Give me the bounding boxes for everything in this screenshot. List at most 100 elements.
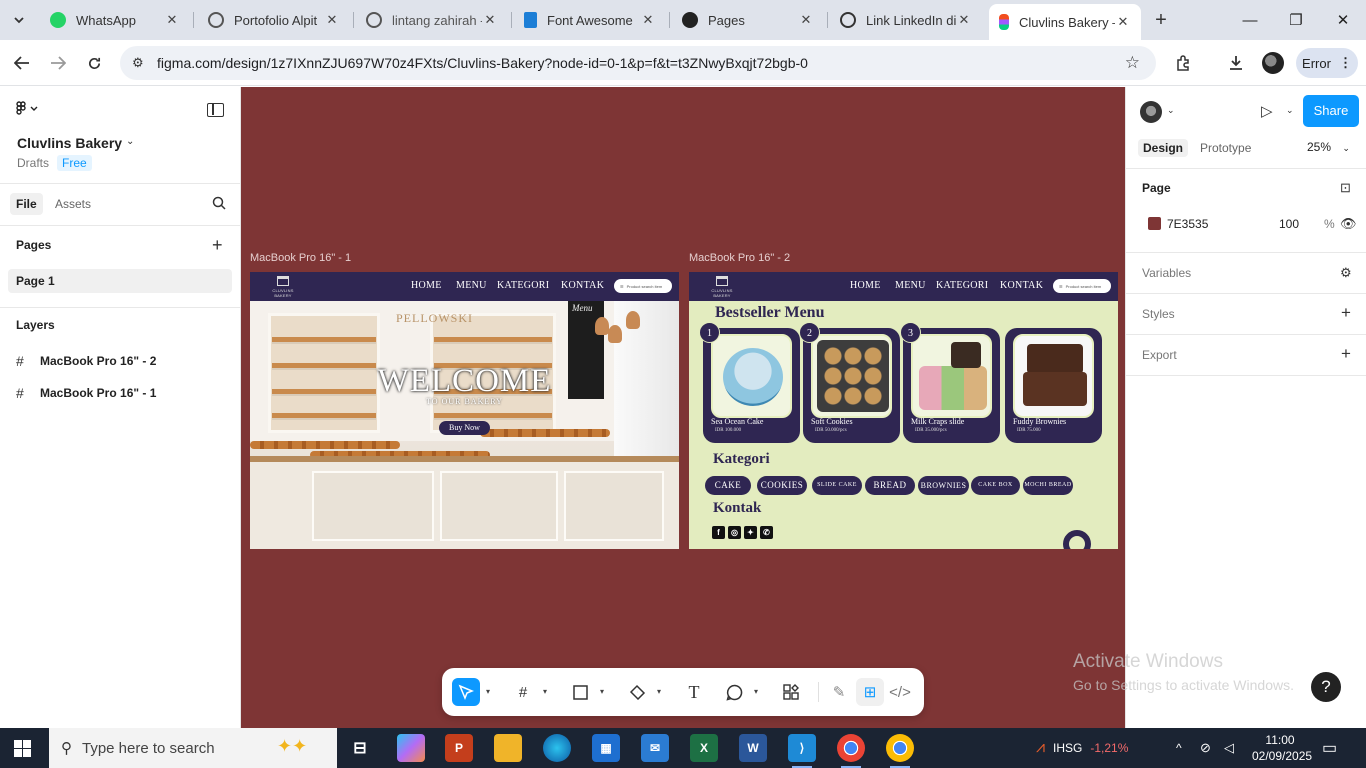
instagram-icon[interactable]: ◎ xyxy=(728,526,741,539)
variables-icon[interactable]: ⚙ xyxy=(1340,265,1352,281)
buy-now-button[interactable]: Buy Now xyxy=(439,421,490,435)
chat-bubble-icon[interactable] xyxy=(1059,530,1096,549)
chrome-profile-app-icon[interactable] xyxy=(886,734,914,768)
download-icon[interactable] xyxy=(1225,52,1247,74)
draw-mode-button[interactable]: ✎ xyxy=(825,678,853,706)
new-tab-button[interactable]: + xyxy=(1150,9,1172,32)
windows-start-icon[interactable] xyxy=(14,740,31,757)
frame-tool-button[interactable]: # xyxy=(509,678,537,706)
frame-label[interactable]: MacBook Pro 16" - 1 xyxy=(250,252,351,264)
dev-mode-button[interactable]: </> xyxy=(886,678,914,706)
tab-linkedin-chatgpt[interactable]: Link LinkedIn di ✕ xyxy=(830,4,982,36)
volume-icon[interactable]: ◁ xyxy=(1224,728,1234,768)
product-card[interactable]: Milk Craps slide IDR 35.000/pcs xyxy=(903,328,1000,443)
share-button[interactable]: Share xyxy=(1303,95,1359,127)
category-pill[interactable]: MOCHI BREAD xyxy=(1023,476,1073,495)
tab-portofolio[interactable]: Portofolio Alpit ✕ xyxy=(198,4,350,36)
extensions-icon[interactable] xyxy=(1172,52,1194,74)
add-style-button[interactable]: + xyxy=(1341,303,1351,323)
file-name[interactable]: Cluvlins Bakery xyxy=(17,135,122,151)
tab-file[interactable]: File xyxy=(10,193,43,215)
chevron-down-icon[interactable]: ⌄ xyxy=(1167,105,1175,116)
close-icon[interactable]: ✕ xyxy=(1115,14,1131,30)
chevron-down-icon[interactable]: ⌄ xyxy=(126,136,134,147)
page-fill-hex[interactable]: 7E3535 xyxy=(1167,217,1208,231)
minimize-button[interactable]: — xyxy=(1227,6,1273,34)
close-icon[interactable]: ✕ xyxy=(324,12,340,28)
bookmark-star-icon[interactable]: ☆ xyxy=(1125,53,1140,73)
pen-tool-button[interactable] xyxy=(623,678,651,706)
comment-tool-button[interactable] xyxy=(720,678,748,706)
whatsapp-icon[interactable]: ✆ xyxy=(760,526,773,539)
vscode-app-icon[interactable]: ⟩ xyxy=(788,734,816,768)
variables-heading[interactable]: Variables xyxy=(1142,266,1191,280)
category-pill[interactable]: BREAD xyxy=(865,476,915,495)
actions-tool-button[interactable] xyxy=(777,678,805,706)
close-window-button[interactable]: ✕ xyxy=(1320,6,1366,34)
search-icon[interactable] xyxy=(212,196,226,210)
nav-kategori[interactable]: KATEGORI xyxy=(936,280,988,291)
close-icon[interactable]: ✕ xyxy=(956,12,972,28)
nav-home[interactable]: HOME xyxy=(411,280,442,291)
help-button[interactable]: ? xyxy=(1311,672,1341,702)
tab-lintang[interactable]: lintang zahirah - ✕ xyxy=(356,4,508,36)
chevron-down-icon[interactable]: ▾ xyxy=(600,687,604,696)
edge-app-icon[interactable] xyxy=(543,734,571,762)
task-view-icon[interactable]: ⊟ xyxy=(346,734,374,762)
nav-home[interactable]: HOME xyxy=(850,280,881,291)
layer-item[interactable]: # MacBook Pro 16" - 2 xyxy=(16,351,156,371)
excel-app-icon[interactable]: X xyxy=(690,734,718,762)
nav-kontak[interactable]: KONTAK xyxy=(1000,280,1043,291)
profile-avatar[interactable] xyxy=(1262,52,1284,74)
close-icon[interactable]: ✕ xyxy=(640,12,656,28)
nav-menu[interactable]: MENU xyxy=(895,280,926,291)
copilot-app-icon[interactable] xyxy=(397,734,425,762)
design-canvas[interactable]: MacBook Pro 16" - 1 Menu PELLOWSKI WELCO… xyxy=(241,87,1125,728)
chevron-down-icon[interactable]: ⌄ xyxy=(1286,105,1294,116)
mail-app-icon[interactable]: ✉ xyxy=(641,734,669,762)
network-icon[interactable]: ⊘ xyxy=(1200,728,1211,768)
tab-search-button[interactable] xyxy=(6,8,32,32)
present-play-icon[interactable]: ▷ xyxy=(1261,102,1273,120)
site-settings-icon[interactable]: ⚙ xyxy=(132,55,144,71)
text-tool-button[interactable]: T xyxy=(680,678,708,706)
design-mode-button[interactable]: ⊞ xyxy=(856,678,884,706)
restore-button[interactable]: ❐ xyxy=(1273,6,1319,34)
close-icon[interactable]: ✕ xyxy=(798,12,814,28)
site-search[interactable]: ☰ Product search item xyxy=(614,279,672,293)
nav-kontak[interactable]: KONTAK xyxy=(561,280,604,291)
category-pill[interactable]: BROWNIES xyxy=(918,476,969,495)
page-fill-opacity[interactable]: 100 xyxy=(1279,217,1299,231)
url-text[interactable]: figma.com/design/1z7IXnnZJU697W70z4FXts/… xyxy=(157,55,808,71)
eye-icon[interactable]: 👁 xyxy=(1340,216,1357,232)
category-pill[interactable]: COOKIES xyxy=(757,476,807,495)
powerpoint-app-icon[interactable]: P xyxy=(445,734,473,762)
chevron-down-icon[interactable]: ▾ xyxy=(754,687,758,696)
category-pill[interactable]: CAKE xyxy=(705,476,751,495)
page-fill-swatch[interactable] xyxy=(1148,217,1161,230)
profile-error-button[interactable]: Error ⋮ xyxy=(1296,48,1358,78)
category-pill[interactable]: SLIDE CAKE xyxy=(812,476,862,495)
taskbar-search[interactable]: ⚲ Type here to search ✦✦ xyxy=(49,728,337,768)
tab-cluvlins-bakery[interactable]: Cluvlins Bakery – ✕ xyxy=(989,4,1141,40)
site-search[interactable]: ☰ Product search item xyxy=(1053,279,1111,293)
tab-assets[interactable]: Assets xyxy=(49,193,97,215)
add-page-button[interactable]: + xyxy=(212,235,223,256)
tab-whatsapp[interactable]: WhatsApp ✕ xyxy=(40,4,190,36)
export-heading[interactable]: Export xyxy=(1142,348,1177,362)
styles-heading[interactable]: Styles xyxy=(1142,307,1175,321)
page-settings-icon[interactable]: ⊡ xyxy=(1340,180,1351,196)
figma-menu-button[interactable] xyxy=(16,101,38,119)
layer-item[interactable]: # MacBook Pro 16" - 1 xyxy=(16,383,156,403)
frame-macbook-1[interactable]: Menu PELLOWSKI WELCOME TO OUR BAKERY Buy… xyxy=(250,272,679,549)
nav-menu[interactable]: MENU xyxy=(456,280,487,291)
tab-github-pages[interactable]: Pages ✕ xyxy=(672,4,824,36)
close-icon[interactable]: ✕ xyxy=(482,12,498,28)
store-app-icon[interactable]: ▦ xyxy=(592,734,620,762)
sidebar-toggle-icon[interactable] xyxy=(207,103,224,117)
frame-macbook-2[interactable]: Bestseller Menu Sea Ocean Cake IDR 100.0… xyxy=(689,272,1118,549)
tab-prototype[interactable]: Prototype xyxy=(1195,139,1256,157)
chevron-down-icon[interactable]: ▾ xyxy=(543,687,547,696)
page-item[interactable]: Page 1 xyxy=(8,269,232,293)
chevron-down-icon[interactable]: ▾ xyxy=(657,687,661,696)
